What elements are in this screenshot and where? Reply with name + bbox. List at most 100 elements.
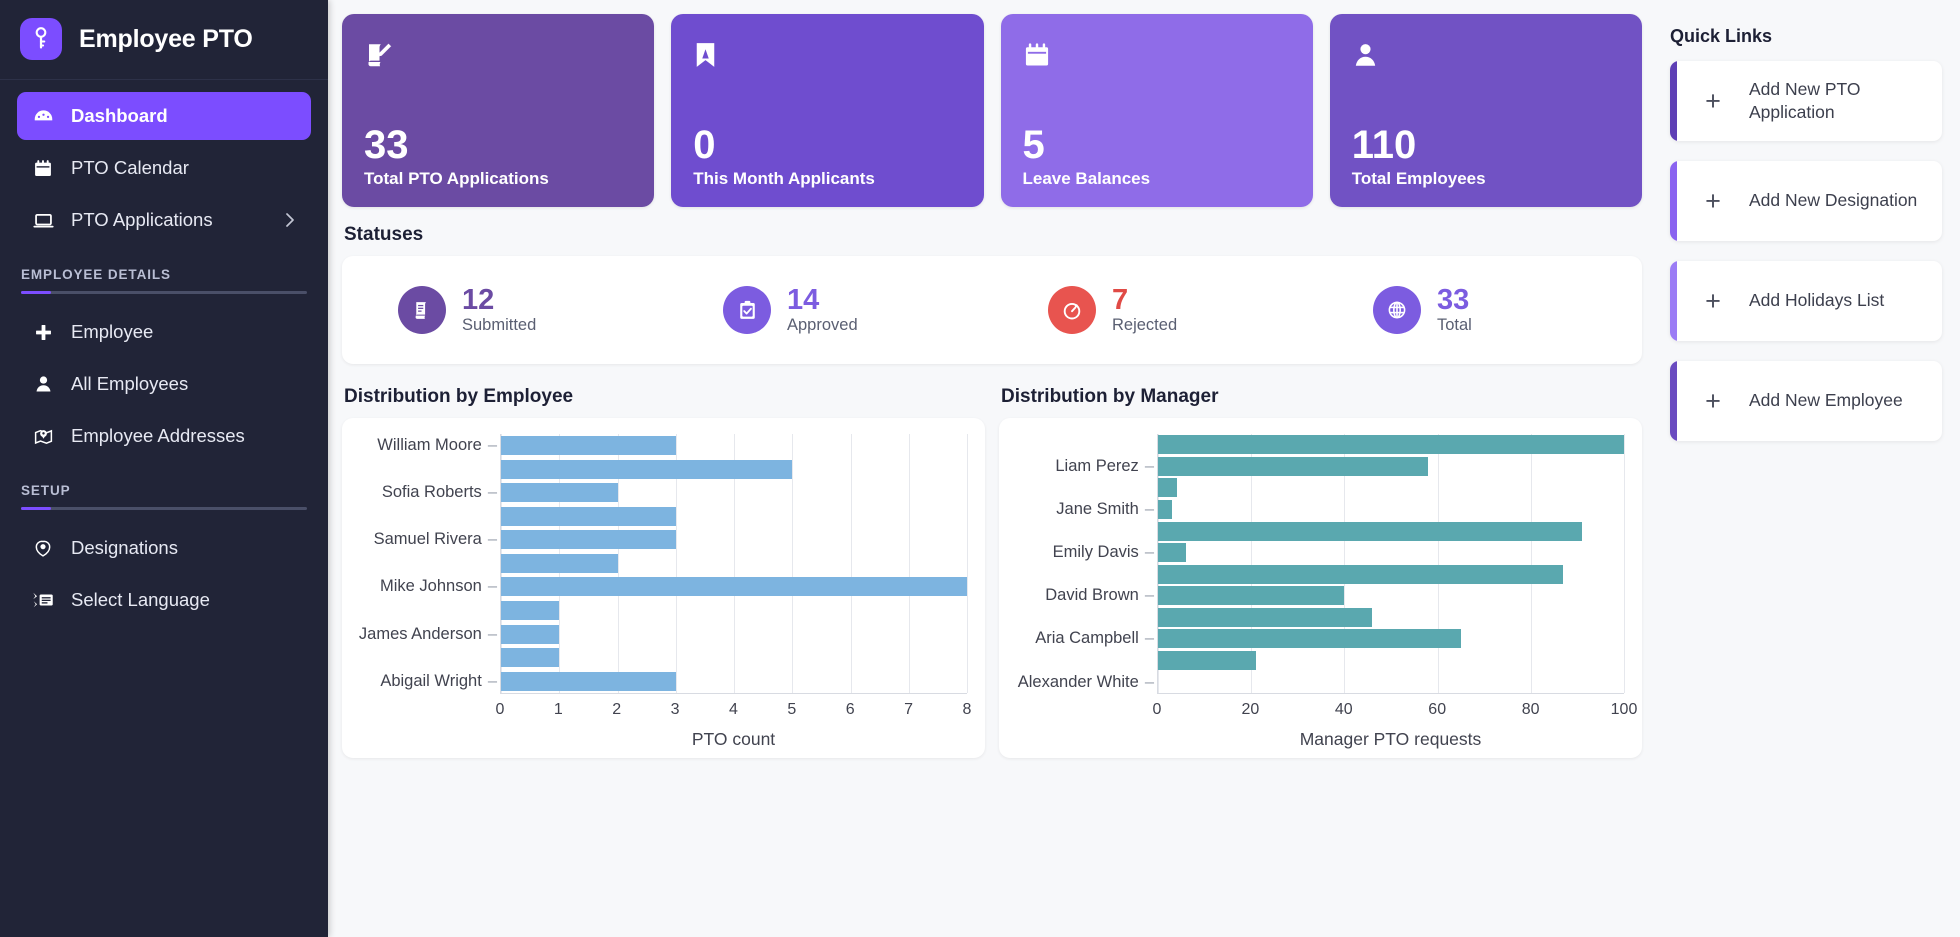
sidebar-item-label: PTO Calendar (71, 157, 189, 178)
quick-link-add-new-designation[interactable]: + Add New Designation (1670, 161, 1942, 241)
laptop-icon (31, 210, 55, 231)
chart-block-manager: Distribution by Manager -Liam Perez-Jane… (999, 368, 1642, 758)
sidebar-item-all-employees[interactable]: All Employees (17, 360, 311, 408)
status-label: Rejected (1112, 316, 1178, 335)
chart-bar[interactable] (1158, 564, 1564, 584)
chart-bar[interactable] (1158, 435, 1624, 455)
chart-card-employee[interactable]: William Moore-Sofia Roberts-Samuel River… (342, 418, 985, 758)
chart-title: Distribution by Employee (344, 386, 574, 407)
sidebar-item-dashboard[interactable]: Dashboard (17, 92, 311, 140)
sidebar-item-employee[interactable]: Employee (17, 308, 311, 356)
statuses-title: Statuses (344, 224, 424, 245)
chart-bar[interactable] (1158, 543, 1186, 563)
kpi-value: 0 (693, 123, 716, 168)
calendar-icon (31, 158, 55, 179)
quick-link-label: Add New Employee (1749, 390, 1903, 411)
chart-plot-area (1157, 434, 1625, 693)
quick-link-add-holidays-list[interactable]: + Add Holidays List (1670, 261, 1942, 341)
chart-bar[interactable] (501, 459, 793, 479)
kpi-card-total-pto-applications[interactable]: 33 Total PTO Applications (342, 14, 655, 207)
chart-plot-area (500, 434, 968, 693)
chart-bar[interactable] (1158, 651, 1256, 671)
plus-icon: + (1705, 285, 1721, 316)
chart-bar[interactable] (501, 530, 676, 550)
chart-bar-slot (1158, 435, 1624, 455)
status-value: 12 (462, 283, 495, 316)
kpi-card-total-employees[interactable]: 110 Total Employees (1329, 14, 1642, 207)
status-item-submitted[interactable]: 12 Submitted (342, 283, 667, 335)
primary-nav: Dashboard PTO Calendar PTO Applications (0, 80, 328, 248)
chart-bar-slot (501, 624, 967, 644)
chart-x-tick-label: 0 (1152, 701, 1162, 718)
chart-bar-slot (501, 530, 967, 550)
chart-bar[interactable] (1158, 607, 1373, 627)
chart-bar[interactable] (501, 600, 560, 620)
chart-bar-slot (1158, 456, 1624, 476)
sidebar-item-label: All Employees (71, 373, 189, 394)
chart-grid-line (1624, 434, 1625, 693)
quick-link-add-new-employee[interactable]: + Add New Employee (1670, 361, 1942, 441)
kpi-value: 33 (364, 123, 409, 168)
chart-bar[interactable] (1158, 629, 1461, 649)
section-label: SETUP (21, 483, 71, 498)
quick-link-add-new-pto-application[interactable]: + Add New PTO Application (1670, 61, 1942, 141)
chart-bar[interactable] (501, 436, 676, 456)
chart-x-axis-title: PTO count (691, 729, 776, 749)
plus-icon: + (1705, 385, 1721, 416)
sidebar-item-pto-calendar[interactable]: PTO Calendar (17, 144, 311, 192)
status-label: Submitted (462, 316, 537, 335)
chart-y-tick-label: Alexander White (1009, 673, 1148, 692)
chart-bar[interactable] (501, 648, 560, 668)
quick-links-panel: Quick Links + Add New PTO Application + … (1658, 10, 1960, 758)
chart-bar[interactable] (501, 624, 560, 644)
chart-bar[interactable] (501, 577, 967, 597)
chart-y-tick-label: Abigail Wright (352, 672, 491, 691)
chart-x-tick-label: 7 (904, 701, 914, 718)
chart-bar[interactable] (501, 506, 676, 526)
chart-y-axis-labels: William Moore-Sofia Roberts-Samuel River… (352, 434, 500, 693)
kpi-label: Total PTO Applications (364, 169, 549, 188)
status-item-rejected[interactable]: 7 Rejected (992, 284, 1317, 335)
chart-y-tick-label: Liam Perez (1009, 457, 1148, 476)
accent-bar (1670, 361, 1677, 441)
chart-bar[interactable] (1158, 586, 1345, 606)
stopwatch-icon (1048, 286, 1096, 334)
chevron-right-icon[interactable] (283, 211, 297, 229)
kpi-card-leave-balances[interactable]: 5 Leave Balances (1000, 14, 1313, 207)
chart-x-tick-label: 2 (612, 701, 622, 718)
status-item-total[interactable]: 33 Total (1317, 284, 1642, 335)
chart-bar[interactable] (1158, 456, 1429, 476)
chart-y-tick-label: David Brown (1009, 586, 1148, 605)
brand[interactable]: Employee PTO (0, 0, 328, 80)
chart-bar[interactable] (1158, 500, 1172, 520)
sidebar-item-pto-applications[interactable]: PTO Applications (17, 196, 311, 244)
chart-bar[interactable] (1158, 478, 1177, 498)
chart-x-axis: 0 1 2 3 4 5 6 7 8 (496, 693, 971, 727)
quick-link-label: Add Holidays List (1749, 290, 1885, 311)
status-value: 14 (787, 283, 820, 316)
chart-bar[interactable] (1158, 521, 1583, 541)
chart-x-tick-label: 0 (495, 701, 505, 718)
chart-bar-slot (1158, 543, 1624, 563)
accent-bar (1670, 61, 1677, 141)
chart-bar-slot (501, 483, 967, 503)
kpi-value: 110 (1351, 123, 1417, 168)
chart-bar-slot (1158, 651, 1624, 671)
employee-details-nav: Employee All Employees Employee Addresse… (0, 294, 328, 464)
person-icon (31, 374, 55, 394)
chart-bars (501, 434, 967, 693)
accent-bar (1670, 261, 1677, 341)
sidebar-item-designations[interactable]: Designations (17, 524, 311, 572)
chart-bar[interactable] (501, 483, 618, 503)
chart-bar-slot (501, 648, 967, 668)
chart-bar[interactable] (501, 671, 676, 691)
sidebar-item-employee-addresses[interactable]: Employee Addresses (17, 412, 311, 460)
chart-y-tick-label: Mike Johnson (352, 577, 491, 596)
key-icon (20, 18, 62, 60)
chart-card-manager[interactable]: -Liam Perez-Jane Smith-Emily Davis-David… (999, 418, 1642, 758)
status-label: Total (1437, 316, 1472, 335)
chart-bar[interactable] (501, 553, 618, 573)
status-item-approved[interactable]: 14 Approved (667, 283, 992, 335)
kpi-card-this-month-applicants[interactable]: 0 This Month Applicants (671, 14, 984, 207)
sidebar-item-select-language[interactable]: Select Language (17, 576, 311, 624)
